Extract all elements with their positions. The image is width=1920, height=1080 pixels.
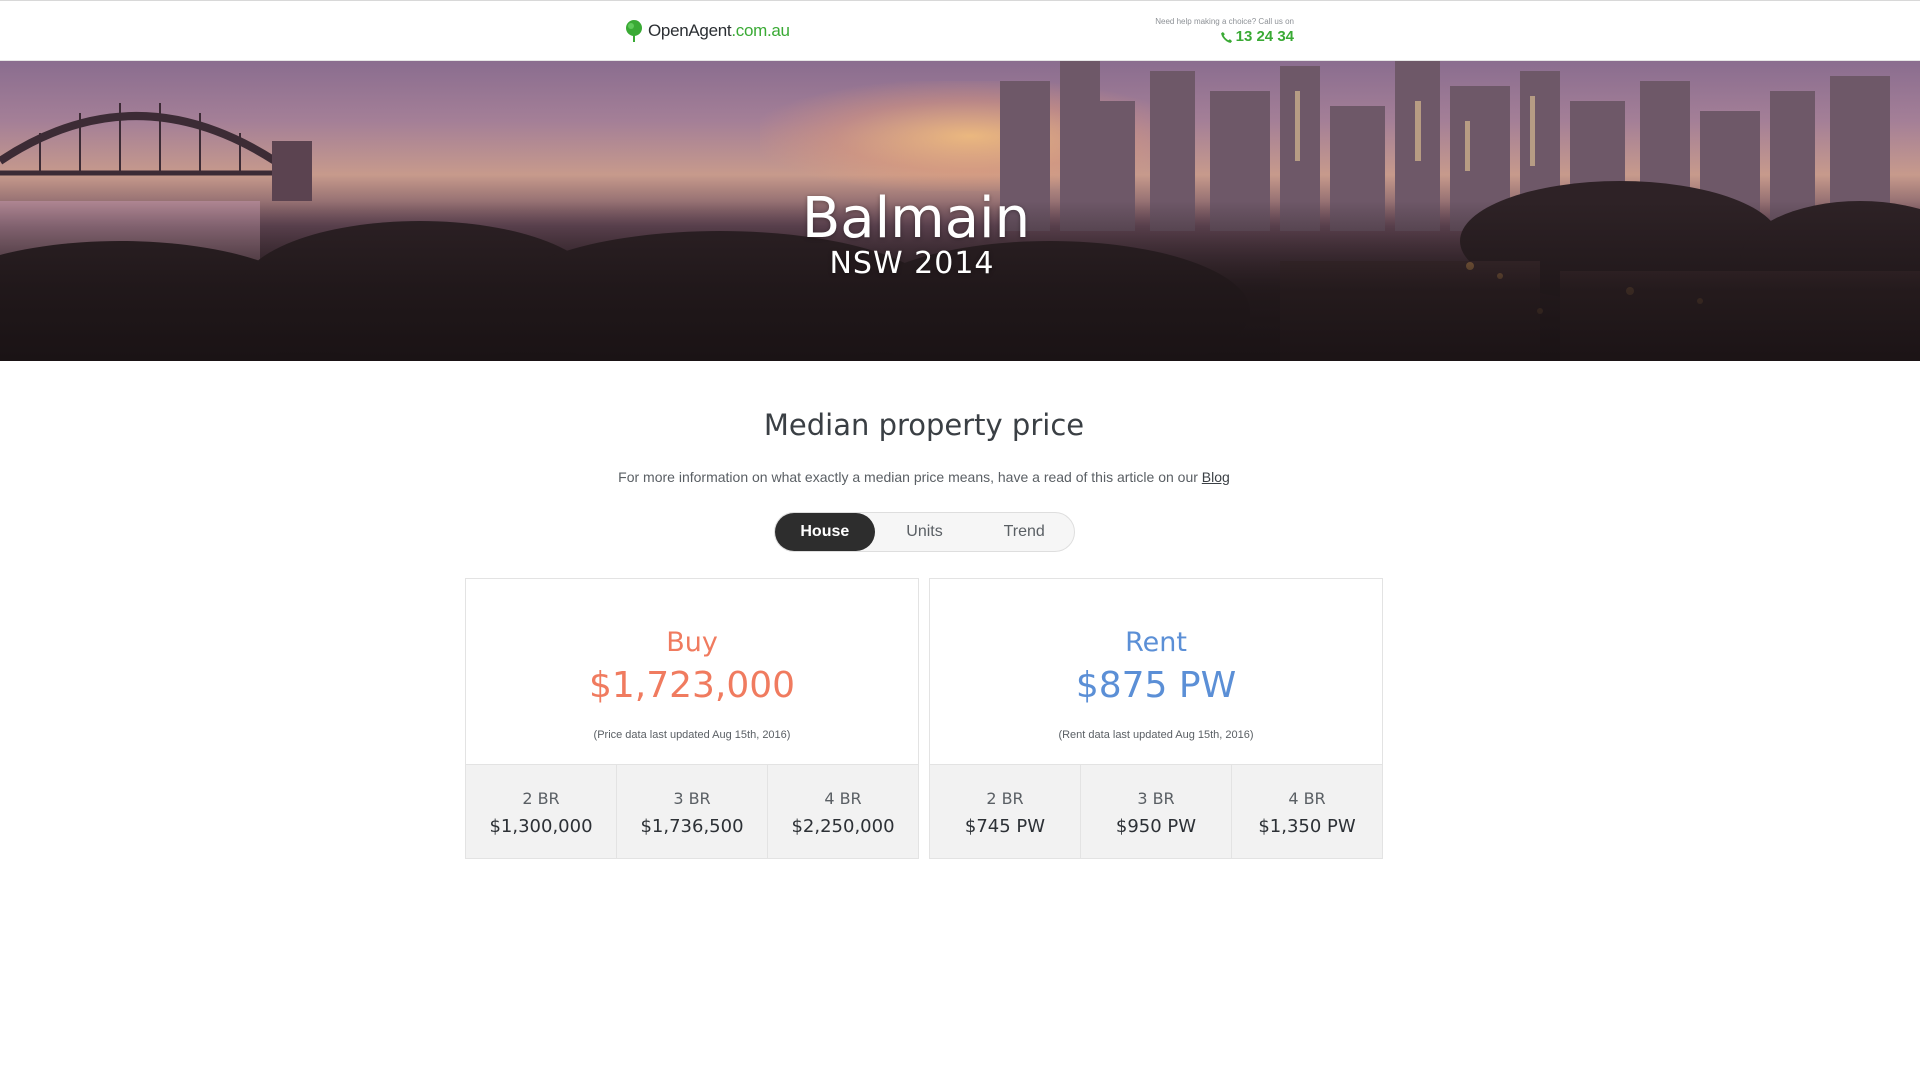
hero-banner: Balmain NSW 2014 [0, 61, 1920, 361]
property-type-tabs: House Units Trend [774, 512, 1075, 552]
rent-bedroom-item: 3 BR $950 PW [1081, 765, 1232, 858]
phone-link[interactable]: 13 24 34 [1220, 27, 1294, 47]
site-logo[interactable]: OpenAgent.com.au [624, 19, 790, 43]
phone-number: 13 24 34 [1235, 28, 1294, 45]
rent-summary: Rent $875 PW (Rent data last updated Aug… [930, 579, 1382, 764]
bedroom-label: 4 BR [824, 789, 862, 808]
bedroom-label: 4 BR [1288, 789, 1326, 808]
buy-bedroom-item: 4 BR $2,250,000 [768, 765, 918, 858]
bedroom-price: $1,736,500 [640, 816, 744, 837]
buy-bedroom-item: 2 BR $1,300,000 [466, 765, 617, 858]
section-description: For more information on what exactly a m… [0, 469, 1848, 485]
help-contact: Need help making a choice? Call us on 13… [1155, 17, 1294, 49]
description-text: For more information on what exactly a m… [618, 469, 1198, 485]
tab-units[interactable]: Units [875, 513, 975, 551]
tab-trend[interactable]: Trend [974, 513, 1074, 551]
suburb-title: Balmain [801, 186, 1031, 251]
bedroom-label: 2 BR [522, 789, 560, 808]
section-title: Median property price [763, 408, 1085, 442]
bedroom-label: 3 BR [673, 789, 711, 808]
buy-label: Buy [666, 627, 718, 658]
rent-bedroom-breakdown: 2 BR $745 PW 3 BR $950 PW 4 BR $1,350 PW [930, 764, 1382, 858]
bedroom-label: 2 BR [986, 789, 1024, 808]
top-header: OpenAgent.com.au Need help making a choi… [0, 0, 1920, 61]
bedroom-price: $2,250,000 [791, 816, 895, 837]
rent-update-note: (Rent data last updated Aug 15th, 2016) [1058, 729, 1254, 741]
bedroom-label: 3 BR [1137, 789, 1175, 808]
rent-card: Rent $875 PW (Rent data last updated Aug… [929, 578, 1383, 859]
buy-bedroom-breakdown: 2 BR $1,300,000 3 BR $1,736,500 4 BR $2,… [466, 764, 918, 858]
buy-card: Buy $1,723,000 (Price data last updated … [465, 578, 919, 859]
help-text: Need help making a choice? Call us on [1155, 17, 1294, 26]
logo-text: OpenAgent.com.au [648, 21, 790, 40]
buy-median-price: $1,723,000 [588, 665, 796, 706]
buy-bedroom-item: 3 BR $1,736,500 [617, 765, 768, 858]
phone-icon [1220, 31, 1232, 43]
rent-bedroom-item: 2 BR $745 PW [930, 765, 1081, 858]
tab-house[interactable]: House [775, 513, 875, 551]
bedroom-price: $1,300,000 [489, 816, 593, 837]
rent-label: Rent [1125, 627, 1187, 658]
bedroom-price: $745 PW [964, 816, 1046, 837]
rent-bedroom-item: 4 BR $1,350 PW [1232, 765, 1382, 858]
bedroom-price: $1,350 PW [1258, 816, 1356, 837]
buy-summary: Buy $1,723,000 (Price data last updated … [466, 579, 918, 764]
state-postcode: NSW 2014 [829, 246, 995, 281]
blog-link[interactable]: Blog [1202, 469, 1230, 485]
map-pin-tree-icon [626, 20, 642, 42]
rent-median-price: $875 PW [1075, 665, 1237, 706]
bedroom-price: $950 PW [1115, 816, 1197, 837]
buy-update-note: (Price data last updated Aug 15th, 2016) [593, 729, 791, 741]
